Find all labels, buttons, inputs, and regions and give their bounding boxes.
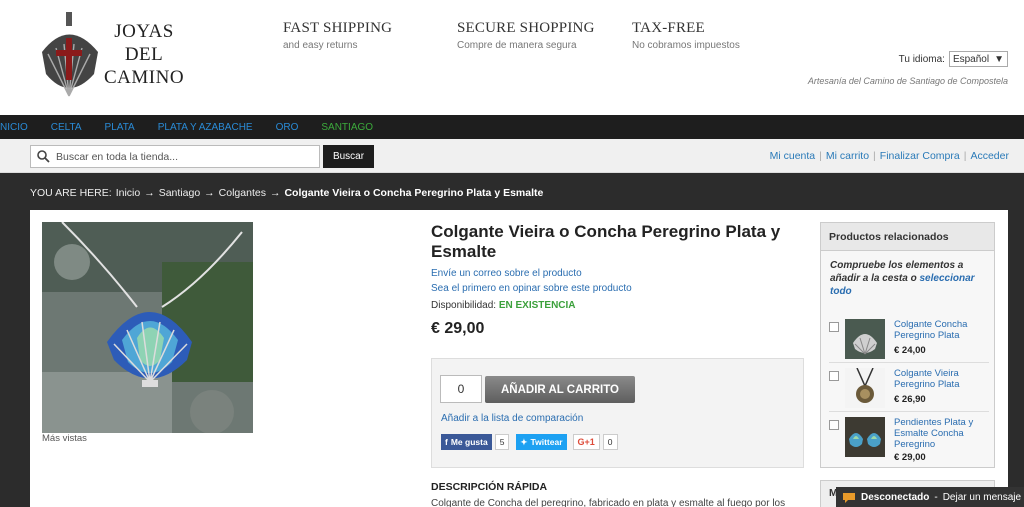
account-links: Mi cuenta | Mi carrito | Finalizar Compr… [769, 150, 1009, 162]
search-input[interactable]: Buscar en toda la tienda... [30, 145, 320, 168]
add-to-compare-link[interactable]: Añadir a la lista de comparación [441, 413, 583, 424]
product-title: Colgante Vieira o Concha Peregrino Plata… [431, 222, 781, 261]
feature-secure-shopping: SECURE SHOPPING Compre de manera segura [457, 20, 595, 51]
site-logo[interactable]: JOYAS DEL CAMINO [36, 12, 186, 102]
more-views-label: Más vistas [42, 433, 87, 444]
tweet-button[interactable]: ✦ Twittear [516, 434, 567, 450]
related-products-note: Compruebe los elementos a añadir a la ce… [830, 260, 975, 297]
checkout-link[interactable]: Finalizar Compra [880, 150, 960, 162]
google-plus-button[interactable]: G+1 [572, 434, 600, 450]
product-price: € 29,00 [431, 320, 485, 337]
main-nav: NICIO CELTA PLATA PLATA Y AZABACHE ORO S… [0, 115, 1024, 139]
search-icon [37, 150, 50, 163]
related-item-name[interactable]: Pendientes Plata y Esmalte Concha Peregr… [894, 417, 989, 450]
site-tagline: Artesanía del Camino de Santiago de Comp… [807, 76, 1008, 86]
quantity-input[interactable]: 0 [440, 375, 482, 403]
nav-item-plata[interactable]: PLATA [105, 122, 135, 133]
site-header: JOYAS DEL CAMINO FAST SHIPPING and easy … [0, 0, 1024, 115]
social-buttons: f Me gusta 5 ✦ Twittear G+1 0 [441, 434, 618, 450]
related-item-checkbox[interactable] [829, 322, 839, 332]
related-item-thumbnail[interactable] [845, 417, 885, 457]
facebook-like-button[interactable]: f Me gusta [441, 434, 492, 450]
facebook-like-count: 5 [494, 434, 510, 450]
stock-status: EN EXISTENCIA [498, 300, 576, 311]
related-item-name[interactable]: Colgante Vieira Peregrino Plata [894, 368, 989, 390]
breadcrumb-item-colgantes[interactable]: Colgantes [219, 187, 266, 199]
related-products: Productos relacionados Compruebe los ele… [820, 222, 995, 468]
language-select[interactable]: Español ▼ [948, 51, 1008, 67]
related-item-checkbox[interactable] [829, 371, 839, 381]
email-product-link[interactable]: Envíe un correo sobre el producto [431, 266, 804, 281]
breadcrumb-item-inicio[interactable]: Inicio [116, 187, 141, 199]
facebook-icon: f [445, 437, 448, 447]
my-account-link[interactable]: Mi cuenta [770, 150, 816, 162]
language-switcher: Tu idioma: Español ▼ [899, 51, 1008, 67]
nav-item-plata-azabache[interactable]: PLATA Y AZABACHE [158, 122, 253, 133]
availability: Disponibilidad: EN EXISTENCIA [431, 300, 576, 311]
search-button[interactable]: Buscar [323, 145, 374, 168]
related-item-thumbnail[interactable] [845, 319, 885, 359]
related-item-price: € 29,00 [894, 452, 926, 463]
nav-item-santiago[interactable]: SANTIAGO [321, 122, 373, 133]
scallop-pendant-logo-icon [42, 12, 98, 97]
search-toolbar: Buscar en toda la tienda... Buscar Mi cu… [0, 139, 1024, 173]
google-plus-count: 0 [602, 434, 618, 450]
add-to-cart-button[interactable]: AÑADIR AL CARRITO [485, 376, 635, 403]
nav-item-inicio[interactable]: NICIO [0, 122, 28, 133]
dropdown-arrow-icon: ▼ [994, 53, 1004, 65]
twitter-bird-icon: ✦ [520, 436, 528, 447]
my-cart-link[interactable]: Mi carrito [826, 150, 869, 162]
product-info: Colgante Vieira o Concha Peregrino Plata… [431, 222, 804, 338]
nav-item-oro[interactable]: ORO [276, 122, 299, 133]
breadcrumb-item-santiago[interactable]: Santiago [159, 187, 200, 199]
nav-item-celta[interactable]: CELTA [51, 122, 82, 133]
scallop-pendant-photo [42, 222, 253, 433]
language-label: Tu idioma: [898, 53, 945, 65]
chat-status: Desconectado [861, 491, 930, 503]
related-products-title: Productos relacionados [821, 223, 994, 251]
related-item-price: € 26,90 [894, 394, 926, 405]
breadcrumb-prefix: YOU ARE HERE: [30, 187, 112, 199]
live-chat-widget[interactable]: Desconectado - Dejar un mensaje [836, 487, 1024, 507]
breadcrumb-current: Colgante Vieira o Concha Peregrino Plata… [284, 187, 544, 199]
add-to-cart-box: 0 AÑADIR AL CARRITO Añadir a la lista de… [431, 358, 804, 468]
related-item-name[interactable]: Colgante Concha Peregrino Plata [894, 319, 989, 341]
product-panel: Más vistas Colgante Vieira o Concha Pere… [30, 210, 1008, 507]
related-item-checkbox[interactable] [829, 420, 839, 430]
quick-description-text: Colgante de Concha del peregrino, fabric… [431, 498, 786, 507]
related-item: Pendientes Plata y Esmalte Concha Peregr… [829, 417, 989, 463]
logo-wordmark: JOYAS DEL CAMINO [104, 21, 185, 88]
feature-tax-free: TAX-FREE No cobramos impuestos [632, 20, 740, 51]
product-image[interactable] [42, 222, 253, 433]
chat-bubble-icon [843, 492, 855, 503]
related-item: Colgante Concha Peregrino Plata € 24,00 [829, 319, 989, 365]
chat-message: Dejar un mensaje [942, 491, 1022, 503]
quick-description-heading: DESCRIPCIÓN RÁPIDA [431, 481, 548, 493]
review-link[interactable]: Sea el primero en opinar sobre este prod… [431, 281, 804, 296]
related-item-thumbnail[interactable] [845, 368, 885, 408]
feature-fast-shipping: FAST SHIPPING and easy returns [283, 20, 393, 51]
breadcrumb: YOU ARE HERE: Inicio → Santiago → Colgan… [30, 187, 544, 199]
related-item-price: € 24,00 [894, 345, 926, 356]
related-item: Colgante Vieira Peregrino Plata € 26,90 [829, 368, 989, 414]
login-link[interactable]: Acceder [970, 150, 1009, 162]
